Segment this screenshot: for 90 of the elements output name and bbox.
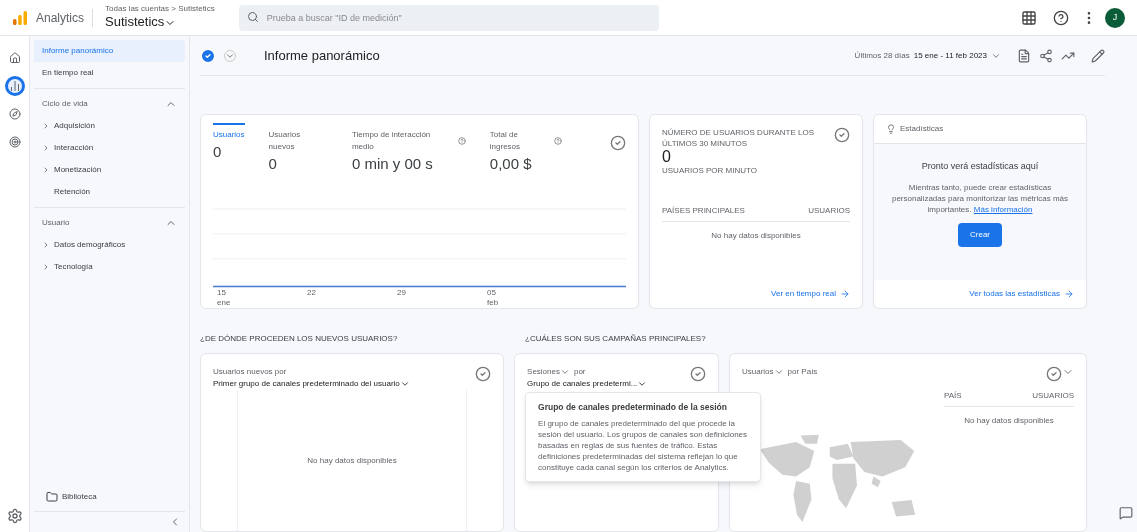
folder-icon <box>46 491 58 503</box>
nav-item[interactable]: Datos demográficos <box>34 234 185 256</box>
metric-tab[interactable]: Total de ingresos 0,00 $ <box>489 123 562 180</box>
card-title: Usuarios nuevos por <box>213 366 288 378</box>
caret-icon <box>559 367 570 377</box>
caret-icon <box>773 367 784 377</box>
card-title: Estadísticas <box>900 123 944 135</box>
compare-icon[interactable] <box>834 127 850 143</box>
empty-message: No hay datos disponibles <box>711 230 801 242</box>
learn-more-link[interactable]: Más información <box>973 204 1033 214</box>
insights-text: Mientras tanto, puede crear estadísticas personalizadas para monitorizar las métricas más importantes. Más información <box>890 181 1070 215</box>
caret-icon <box>42 241 50 249</box>
axis-label: 15 <box>217 288 227 298</box>
card-title: NÚMERO DE USUARIOS DURANTE LOS ÚLTIMOS 30 MINUTOS <box>662 127 816 149</box>
compare-icon[interactable] <box>1046 366 1062 382</box>
caret-icon <box>399 379 410 389</box>
empty-message: No hay datos disponibles <box>307 454 397 467</box>
card-title: por País <box>787 366 818 378</box>
ads-icon <box>8 136 21 148</box>
axis-label: ene <box>217 298 232 308</box>
feedback-icon[interactable] <box>1119 506 1133 520</box>
explore-icon <box>8 108 21 120</box>
metric-tab[interactable]: Usuarios nuevos 0 <box>268 123 328 180</box>
caret-icon <box>42 122 50 130</box>
column-header: USUARIOS <box>808 205 850 217</box>
metric-tab[interactable]: Tiempo de interacción medio 0 min y 00 s <box>351 123 466 180</box>
dimension-selector[interactable]: Grupo de canales predetermi... <box>527 378 690 390</box>
column-header: PAÍSES PRINCIPALES <box>662 205 745 217</box>
nav-item[interactable]: Retención <box>34 181 185 203</box>
section-heading: ¿CUÁLES SON SUS CAMPAÑAS PRINCIPALES? <box>525 333 706 345</box>
apps-icon[interactable] <box>1021 9 1037 26</box>
search-field[interactable]: Prueba a buscar "ID de medición" <box>238 5 659 31</box>
logo-icon <box>12 9 28 26</box>
dimension-selector[interactable]: Primer grupo de canales predeterminado del usuario <box>213 378 476 390</box>
nav-item[interactable]: Adquisición <box>34 115 185 137</box>
compare-icon[interactable] <box>690 366 706 382</box>
settings-icon[interactable] <box>6 508 23 524</box>
library-link[interactable]: Biblioteca <box>34 483 185 512</box>
share-icon[interactable] <box>1039 48 1053 63</box>
date-range-button[interactable]: Últimos 28 días 15 ene - 11 feb 2023 <box>854 49 1001 62</box>
section-heading: ¿DE DÓNDE PROCEDEN LOS NUEVOS USUARIOS? <box>200 333 399 345</box>
axis-label: 22 <box>307 288 317 298</box>
column-header: PAÍS <box>944 390 962 402</box>
nav-item[interactable]: Monetización <box>34 159 185 181</box>
caret-icon <box>42 263 50 271</box>
metric-tab[interactable]: Usuarios 0 <box>213 123 245 168</box>
home-icon <box>8 52 21 64</box>
column-header: USUARIOS <box>1032 390 1074 402</box>
value-caption: USUARIOS POR MINUTO <box>662 165 758 177</box>
report-title: Informe panorámico <box>264 46 380 65</box>
nav-item[interactable]: Tecnología <box>34 256 185 278</box>
arrow-icon <box>1064 289 1074 299</box>
insights-link[interactable]: Ver todas las estadísticas <box>957 280 1086 308</box>
nav-section[interactable]: Usuario <box>34 212 185 234</box>
axis-label: 05 <box>487 288 497 298</box>
card-title: por <box>573 366 586 378</box>
axis-label: feb <box>487 298 500 308</box>
caret-icon <box>42 144 50 152</box>
realtime-value: 0 <box>662 149 672 165</box>
nav-item[interactable]: En tiempo real <box>34 62 185 84</box>
tooltip-title: Grupo de canales predeterminado de la sesión <box>538 401 728 414</box>
info-icon <box>457 137 466 145</box>
nav-item[interactable]: Interacción <box>34 137 185 159</box>
compare-icon[interactable] <box>610 135 626 151</box>
info-icon <box>554 137 562 145</box>
caret-icon <box>42 166 50 174</box>
nav-section[interactable]: Ciclo de vida <box>34 93 185 115</box>
arrow-icon <box>840 289 850 299</box>
compare-icon[interactable] <box>475 366 492 382</box>
nav-item[interactable]: Informe panorámico <box>34 40 185 62</box>
avatar[interactable]: J <box>1105 7 1125 28</box>
metric-selector[interactable]: Usuarios <box>742 366 784 378</box>
caret-icon <box>637 379 648 389</box>
insights-heading: Pronto verá estadísticas aquí <box>921 160 1039 173</box>
metric-selector[interactable]: Sesiones <box>527 366 570 378</box>
axis-label: 29 <box>397 288 407 298</box>
reports-nav-button[interactable] <box>4 76 25 96</box>
create-button[interactable]: Crear <box>958 222 1002 247</box>
empty-message: No hay datos disponibles <box>964 415 1054 427</box>
help-icon[interactable] <box>1053 9 1069 26</box>
search-icon <box>246 11 259 23</box>
property-selector[interactable]: Todas las cuentas > Sutistetics Sutistetics <box>101 4 219 31</box>
insights-icon <box>886 124 896 134</box>
status-icon <box>200 47 216 64</box>
document-icon[interactable] <box>1017 48 1031 63</box>
product-name: Analytics <box>36 8 94 27</box>
reports-icon <box>8 80 21 92</box>
edit-icon[interactable] <box>1091 48 1105 63</box>
tooltip-text: El grupo de canales predeterminado del que procede la sesión del usuario. Los grupos de canales son definiciones basadas en reglas de sus fuentes de tráfico. Estas definiciones predeterminadas del sistema reflejan lo que constituye cada canal según los criterios de Analytics. <box>538 417 749 473</box>
realtime-link[interactable]: Ver en tiempo real <box>771 288 850 300</box>
